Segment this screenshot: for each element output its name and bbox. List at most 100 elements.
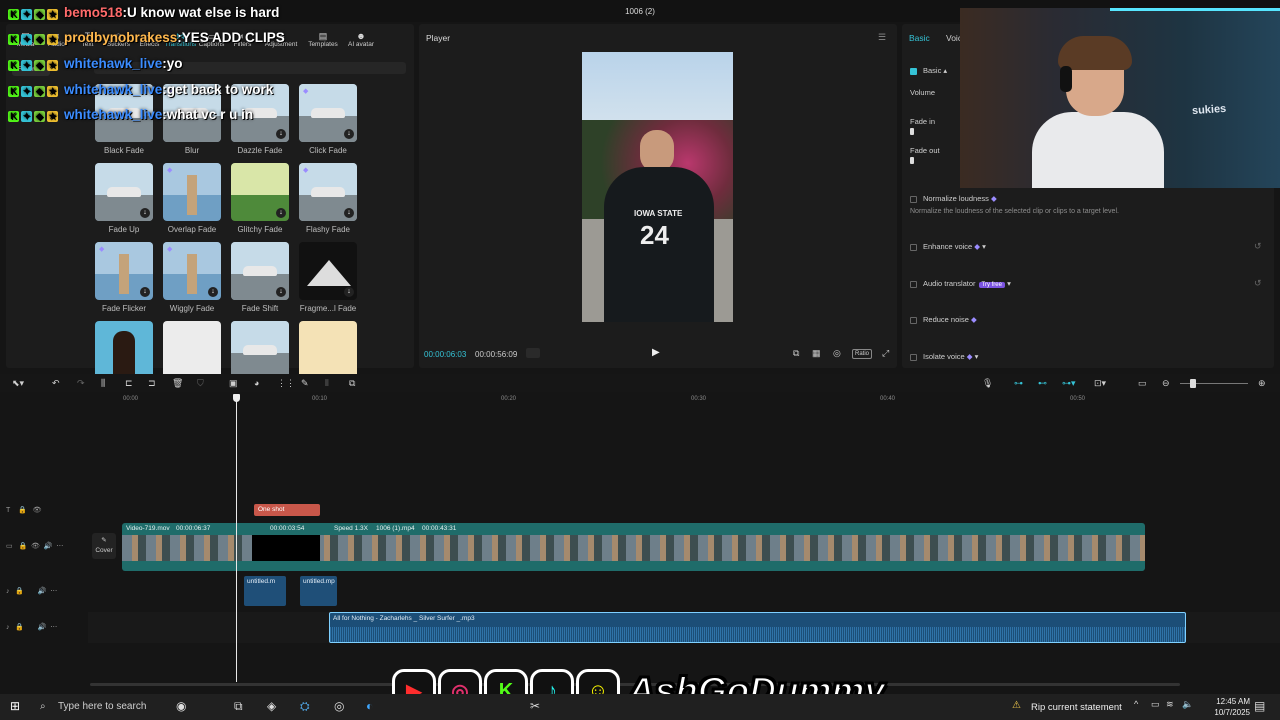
caption-icon[interactable]: ▭ [1138,378,1147,389]
transition-thumbnail[interactable]: ↓ [95,163,153,221]
transition-thumbnail[interactable]: ↓ ◆ [299,163,357,221]
download-icon[interactable]: ↓ [276,129,286,139]
timeline-ruler[interactable] [88,394,1280,406]
network-icon[interactable]: ▭ [1151,699,1160,710]
transition-thumbnail[interactable]: ↓ [231,163,289,221]
black-clip[interactable] [252,535,320,561]
wifi-icon[interactable]: ≋ [1166,699,1174,710]
menu-icon[interactable]: ☰ [878,32,886,43]
warning-icon[interactable]: ⚠ [1012,700,1021,711]
cover-button[interactable]: ✎ Cover [92,533,116,559]
fit-icon[interactable]: ▦ [812,348,821,359]
capcut-icon[interactable]: ✂ [530,699,540,713]
audio-split-icon[interactable]: ⫴ [325,378,329,389]
timecode-toggle[interactable] [526,348,540,358]
translator-row[interactable]: Audio translator Try free ▾ [910,279,1011,288]
freeze-icon[interactable]: ▣ [229,378,238,389]
zoom-slider-handle[interactable] [1190,379,1196,388]
enhance-checkbox[interactable] [910,243,917,251]
zoom-out-icon[interactable]: ⊖ [1162,378,1170,389]
crop-icon[interactable]: ⧉ [793,348,799,359]
transition-thumbnail[interactable]: ↓ ◆ [95,242,153,300]
download-icon[interactable]: ↓ [344,129,354,139]
marker-icon[interactable]: ◕ [254,378,259,388]
transition-card[interactable]: ◆ Overlap Fade [160,163,228,242]
fullscreen-icon[interactable]: ⤢ [882,348,889,359]
download-icon[interactable]: ↓ [344,287,354,297]
transition-thumbnail[interactable] [299,321,357,379]
download-icon[interactable]: ↓ [344,208,354,218]
select-icon[interactable]: ⬉▾ [12,378,24,389]
transition-card[interactable]: ↓ Fade Up [92,163,160,242]
isolate-checkbox[interactable] [910,353,917,361]
shield-icon[interactable]: ⛉ [197,378,204,389]
basic-checkbox[interactable] [910,67,917,75]
audio-track-1-controls[interactable]: ♪ 🔒 🔊 ⋯ [6,587,86,601]
transition-thumbnail[interactable] [95,321,153,379]
split-left-icon[interactable]: ⊏ [125,378,133,389]
ratio-button[interactable]: Ratio [852,349,872,359]
obs-icon[interactable]: ◎ [334,699,344,713]
taskbar-clock[interactable]: 12:45 AM 10/7/2025 [1200,696,1250,718]
translator-checkbox[interactable] [910,280,917,288]
transition-thumbnail[interactable] [231,321,289,379]
basic-section[interactable]: Basic ▴ [910,66,947,75]
delete-icon[interactable]: 🗑 [172,378,183,389]
fade-in-slider[interactable] [910,128,914,135]
undo-icon[interactable]: ↶ [52,378,60,389]
chevron-up-icon[interactable]: ^ [1134,699,1138,709]
fade-out-slider[interactable] [910,157,914,164]
transition-card[interactable]: ↓ ◆ Flashy Fade [296,163,364,242]
download-icon[interactable]: ↓ [208,287,218,297]
audio-clip-small[interactable]: untitled.mp [300,576,337,606]
zoom-in-icon[interactable]: ⊕ [1258,378,1266,389]
video-track-controls[interactable]: ▭ 🔒 👁 🔊 ⋯ [6,542,86,556]
split-right-icon[interactable]: ⊐ [148,378,156,389]
edge-icon[interactable]: ◐ [366,699,373,713]
tab-basic[interactable]: Basic [909,33,930,43]
reduce-checkbox[interactable] [910,316,917,324]
audio-clip-small[interactable]: untitled.m [244,576,286,606]
app-icon[interactable]: ◈ [267,699,276,713]
reduce-row[interactable]: Reduce noise ◆ [910,315,977,324]
windows-start-icon[interactable]: ⊞ [10,699,20,713]
reset-icon[interactable]: ↺ [1254,241,1262,252]
transition-thumbnail[interactable]: ↓ [231,242,289,300]
volume-icon[interactable]: 🔈 [1182,699,1193,710]
playhead[interactable] [236,396,237,682]
transition-thumbnail[interactable]: ↓ [299,242,357,300]
adjust-icon[interactable]: ⋮⋮ [277,378,295,389]
preview-axis-icon[interactable]: ⊶▾ [1062,378,1076,389]
playhead-handle[interactable] [233,394,240,402]
transition-card[interactable]: ↓ Fade Shift [228,242,296,321]
download-icon[interactable]: ↓ [276,208,286,218]
video-preview[interactable]: IOWA STATE 24 [582,52,733,322]
download-icon[interactable]: ↓ [276,287,286,297]
redo-icon[interactable]: ↷ [77,378,85,389]
transition-card[interactable]: ↓ ◆ Wiggly Fade [160,242,228,321]
crop-icon[interactable]: ⧉ [349,378,355,389]
reset-icon[interactable]: ↺ [1254,278,1262,289]
transition-card[interactable]: ↓ ◆ Fade Flicker [92,242,160,321]
audio-track-2-controls[interactable]: ♪ 🔒 🔊 ⋯ [6,623,86,637]
normalize-checkbox[interactable] [910,195,917,203]
download-icon[interactable]: ↓ [140,287,150,297]
transition-thumbnail[interactable] [163,321,221,379]
link-icon[interactable]: ⊶ [1014,378,1023,389]
transition-card[interactable]: ↓ Fragme...l Fade [296,242,364,321]
transition-thumbnail[interactable]: ◆ [163,163,221,221]
split-icon[interactable]: ⫼ [101,378,105,389]
music-audio-clip[interactable]: All for Nothing - Zacharlehs _ Silver Su… [329,612,1186,643]
taskbar-status[interactable]: Rip current statement [1031,702,1122,713]
steam-icon[interactable]: ⛭ [300,699,310,714]
notification-icon[interactable]: ▤ [1254,699,1265,713]
pen-icon[interactable]: ✎ [301,378,309,389]
mic-icon[interactable]: 🎙 [982,378,993,389]
transition-thumbnail[interactable]: ↓ ◆ [163,242,221,300]
screenshot-icon[interactable]: ◎ [833,348,841,359]
download-icon[interactable]: ↓ [140,208,150,218]
text-clip[interactable]: One shot [254,504,320,516]
play-icon[interactable]: ▶ [652,347,664,359]
isolate-row[interactable]: Isolate voice ◆ ▾ [910,352,978,361]
track-icon[interactable]: ⊡▾ [1094,378,1106,389]
